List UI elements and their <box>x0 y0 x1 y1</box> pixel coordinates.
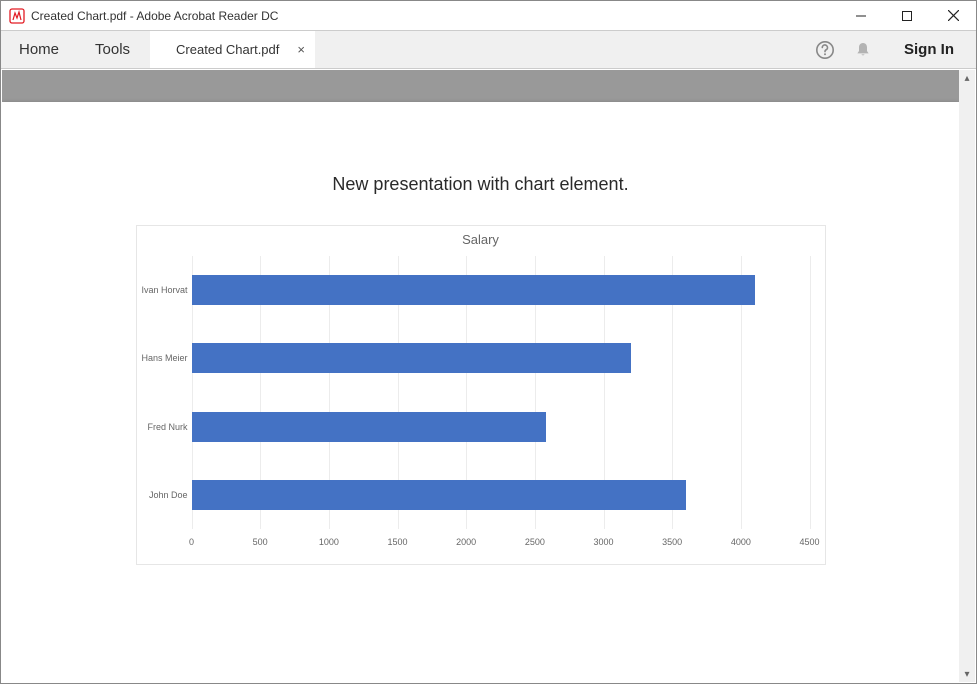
chart-bar-row: Fred Nurk <box>192 412 810 442</box>
main-toolbar: Home Tools Created Chart.pdf × Sign In <box>1 31 976 69</box>
window-title: Created Chart.pdf - Adobe Acrobat Reader… <box>31 9 838 23</box>
chart-plot: 050010001500200025003000350040004500Ivan… <box>192 256 810 529</box>
chart-x-tick: 4500 <box>799 537 819 547</box>
document-viewport: New presentation with chart element. Sal… <box>2 70 975 682</box>
tab-close-icon[interactable]: × <box>297 42 305 57</box>
signin-button[interactable]: Sign In <box>882 31 976 68</box>
chart-x-tick: 4000 <box>731 537 751 547</box>
home-button[interactable]: Home <box>1 31 77 68</box>
chart-x-tick: 0 <box>189 537 194 547</box>
chart-x-tick: 3500 <box>662 537 682 547</box>
chart-x-tick: 2000 <box>456 537 476 547</box>
pdf-page: New presentation with chart element. Sal… <box>2 102 959 682</box>
chart-x-tick: 1000 <box>319 537 339 547</box>
chart-category-label: John Doe <box>136 490 188 500</box>
chart-category-label: Fred Nurk <box>136 422 188 432</box>
chart-category-label: Hans Meier <box>136 353 188 363</box>
window-controls <box>838 1 976 31</box>
help-icon[interactable] <box>806 31 844 68</box>
chart-bar <box>192 343 631 373</box>
maximize-button[interactable] <box>884 1 930 31</box>
chart-bar-row: Hans Meier <box>192 343 810 373</box>
page-heading: New presentation with chart element. <box>2 174 959 195</box>
chart-x-tick: 3000 <box>593 537 613 547</box>
chart-bar <box>192 480 686 510</box>
document-area[interactable]: New presentation with chart element. Sal… <box>2 70 959 682</box>
chart-bar-row: Ivan Horvat <box>192 275 810 305</box>
chart-bar-row: John Doe <box>192 480 810 510</box>
tab-label: Created Chart.pdf <box>176 42 279 57</box>
chart-x-tick: 1500 <box>387 537 407 547</box>
notifications-icon[interactable] <box>844 31 882 68</box>
chart-title: Salary <box>137 226 825 247</box>
tools-button[interactable]: Tools <box>77 31 148 68</box>
scroll-up-arrow[interactable]: ▴ <box>959 70 975 86</box>
chart-category-label: Ivan Horvat <box>136 285 188 295</box>
chart-bar <box>192 275 755 305</box>
chart-x-tick: 500 <box>253 537 268 547</box>
minimize-button[interactable] <box>838 1 884 31</box>
document-tab[interactable]: Created Chart.pdf × <box>150 31 315 68</box>
vertical-scrollbar[interactable]: ▴ ▾ <box>959 70 975 682</box>
window-titlebar: Created Chart.pdf - Adobe Acrobat Reader… <box>1 1 976 31</box>
app-icon <box>9 8 25 24</box>
toolbar-spacer <box>315 31 806 68</box>
scroll-down-arrow[interactable]: ▾ <box>959 666 975 682</box>
chart-container: Salary 050010001500200025003000350040004… <box>136 225 826 565</box>
close-button[interactable] <box>930 1 976 31</box>
chart-bar <box>192 412 546 442</box>
chart-x-tick: 2500 <box>525 537 545 547</box>
chart-gridline <box>810 256 811 529</box>
